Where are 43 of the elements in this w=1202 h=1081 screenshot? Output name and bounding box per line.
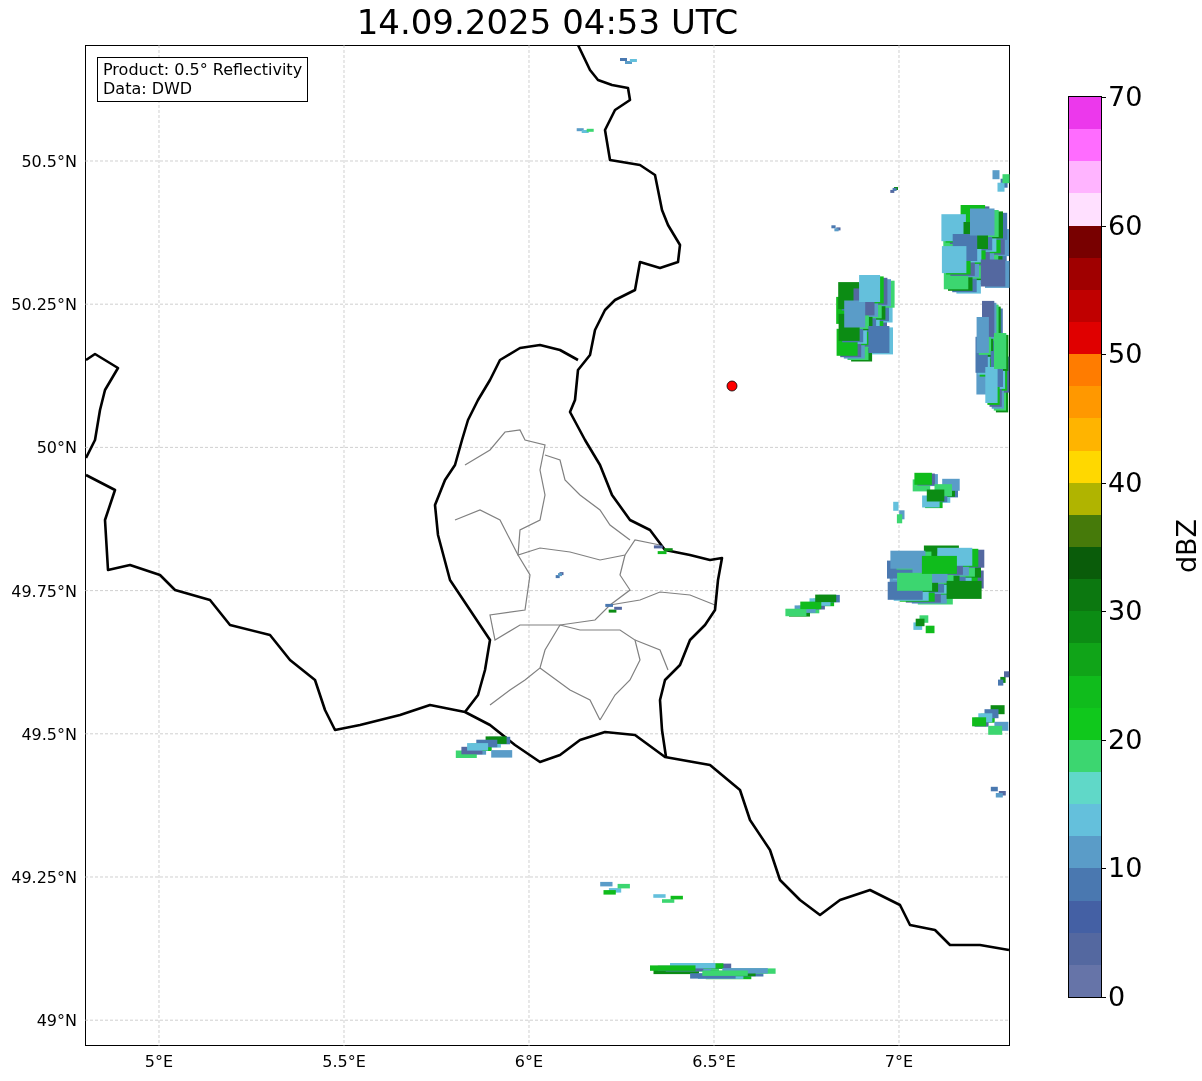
radar-echo	[972, 705, 1009, 735]
axis-tick-label: 49°N	[36, 1010, 77, 1030]
axis-tick-label: 49.25°N	[11, 867, 77, 887]
axis-tick-label: 49.75°N	[11, 581, 77, 601]
radar-echo	[913, 615, 935, 634]
scale-tick-label: 50	[1108, 339, 1143, 370]
radar-echo	[653, 545, 673, 555]
scale-tick-label: 40	[1108, 467, 1143, 498]
axis-tick-label: 49.5°N	[21, 724, 77, 744]
radar-echo	[990, 786, 1006, 798]
scale-tick-label: 20	[1108, 724, 1143, 755]
scale-tick-label: 10	[1108, 853, 1143, 884]
location-marker	[726, 380, 738, 392]
radar-echo	[831, 225, 841, 232]
radar-echo	[890, 187, 898, 193]
scale-tick-label: 30	[1108, 596, 1143, 627]
axis-tick-label: 6°E	[514, 1052, 544, 1071]
radar-echo	[653, 894, 683, 903]
radar-echo	[576, 128, 594, 133]
radar-echo	[992, 170, 1010, 192]
info-text: Data: DWD	[103, 79, 194, 98]
axis-tick-label: 7°E	[884, 1052, 914, 1071]
axis-tick-label: 6.5°E	[692, 1052, 736, 1071]
radar-echo	[998, 671, 1010, 686]
radar-echo	[455, 736, 513, 758]
radar-echo	[620, 58, 637, 64]
scale-unit-label: dBZ	[1172, 518, 1202, 574]
radar-echo	[605, 603, 622, 613]
radar-echo	[893, 501, 905, 524]
axis-tick-label: 50°N	[36, 437, 77, 457]
scale-tick-label: 70	[1108, 82, 1143, 112]
radar-echo	[912, 472, 960, 509]
axis-tick-label: 5.5°E	[322, 1052, 366, 1071]
scale-tick-label: 0	[1108, 982, 1126, 1012]
axis-tick-label: 50.25°N	[11, 294, 77, 314]
radar-echo	[555, 572, 564, 579]
radar-echo	[785, 594, 840, 617]
radar-echo	[600, 881, 630, 895]
chart-title: 14.09.2025 04:53 UTC	[356, 1, 739, 44]
axis-tick-label: 5°E	[144, 1052, 174, 1071]
info-text: Product: 0.5° Reflectivity	[103, 60, 303, 79]
axis-tick-label: 50.5°N	[21, 151, 77, 171]
scale-tick-label: 60	[1108, 210, 1143, 241]
